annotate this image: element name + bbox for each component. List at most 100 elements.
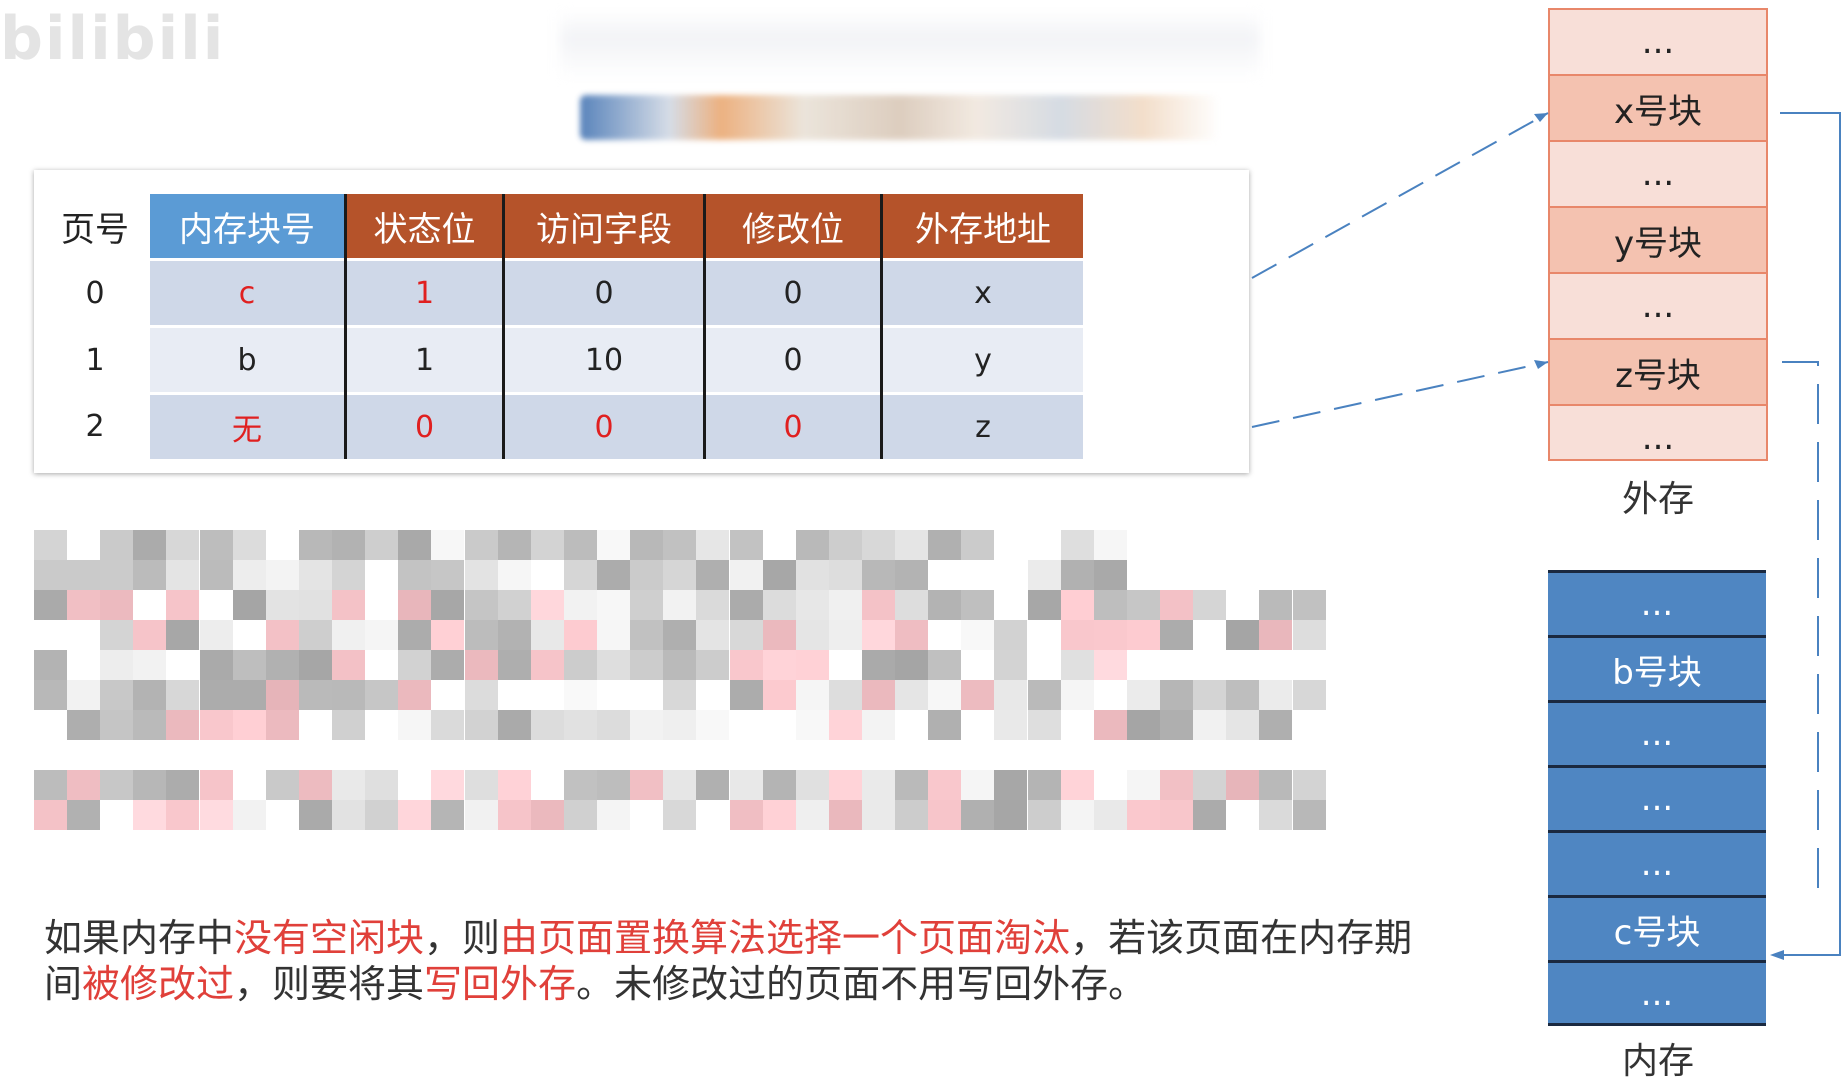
arrowhead-icon: [1534, 113, 1548, 122]
external-block-ellipsis: ...: [1550, 142, 1766, 208]
mosaic-tile: [431, 710, 465, 740]
mosaic-tile: [530, 620, 564, 650]
mosaic-tile: [1226, 620, 1260, 650]
mosaic-tile: [1093, 710, 1127, 740]
mosaic-tile: [729, 680, 763, 710]
mosaic-tile: [928, 800, 962, 830]
mosaic-tile: [365, 530, 399, 560]
mosaic-tile: [862, 800, 895, 830]
mosaic-tile: [696, 770, 730, 800]
mosaic-tile: [1060, 590, 1094, 620]
mosaic-tile: [265, 650, 299, 680]
mosaic-tile: [464, 590, 498, 620]
external-block-ellipsis: ...: [1550, 274, 1766, 340]
page-number-cell: 0: [40, 259, 150, 327]
mosaic-tile: [133, 530, 167, 560]
external-block-z: z号块: [1550, 340, 1766, 406]
mosaic-tile: [1226, 680, 1260, 710]
mosaic-tile: [265, 560, 299, 590]
mosaic-tile: [332, 680, 366, 710]
mosaic-tile: [332, 710, 366, 740]
mosaic-tile: [398, 620, 432, 650]
mosaic-tile: [199, 770, 233, 800]
mosaic-tile: [597, 770, 631, 800]
mosaic-tile: [828, 770, 862, 800]
mosaic-tile: [828, 560, 862, 590]
mosaic-tile: [563, 710, 597, 740]
mosaic-tile: [1126, 590, 1160, 620]
mosaic-tile: [663, 770, 697, 800]
mosaic-tile: [862, 590, 895, 620]
memory-block-cell: 无: [150, 392, 347, 459]
mosaic-tile: [431, 620, 465, 650]
external-address-cell: y: [881, 325, 1083, 394]
mosaic-tile: [1060, 680, 1094, 710]
mosaic-tile: [563, 560, 597, 590]
mosaic-tile: [133, 680, 167, 710]
mosaic-tile: [67, 680, 101, 710]
mosaic-tile: [67, 560, 101, 590]
mosaic-tile: [100, 710, 134, 740]
external-address-cell: x: [881, 258, 1083, 327]
mosaic-tile: [762, 620, 796, 650]
mosaic-tile: [1027, 770, 1061, 800]
mosaic-tile: [1292, 680, 1326, 710]
mosaic-tile: [1292, 620, 1326, 650]
mosaic-tile: [530, 590, 564, 620]
mosaic-tile: [1160, 590, 1194, 620]
mosaic-tile: [1027, 680, 1061, 710]
mosaic-tile: [133, 620, 167, 650]
mosaic-tile: [563, 530, 597, 560]
mosaic-tile: [431, 560, 465, 590]
mosaic-tile: [663, 620, 697, 650]
mosaic-tile: [265, 710, 299, 740]
mosaic-tile: [795, 530, 829, 560]
mosaic-tile: [563, 620, 597, 650]
mosaic-tile: [961, 590, 995, 620]
mosaic-tile: [1160, 620, 1194, 650]
mosaic-tile: [199, 560, 233, 590]
link-x-dashed: [1251, 112, 1549, 279]
mosaic-tile: [34, 650, 67, 680]
mosaic-tile: [1292, 770, 1326, 800]
arrowhead-icon: [1534, 360, 1548, 369]
mosaic-tile: [265, 680, 299, 710]
mosaic-tile: [862, 770, 895, 800]
mosaic-tile: [100, 560, 134, 590]
explanation-text: 如果内存中没有空闲块，则由页面置换算法选择一个页面淘汰，若该页面在内存期间被修改…: [44, 915, 1434, 1007]
blurred-header-art: [560, 10, 1260, 80]
external-storage-column: ... x号块 ... y号块 ... z号块 ...: [1548, 8, 1768, 461]
mosaic-tile: [895, 620, 929, 650]
mosaic-tile: [67, 770, 101, 800]
mosaic-tile: [762, 680, 796, 710]
mosaic-tile: [298, 800, 332, 830]
mosaic-tile: [1226, 770, 1260, 800]
mosaic-tile: [795, 560, 829, 590]
mosaic-tile: [1259, 770, 1293, 800]
modified-bit-cell: 0: [704, 392, 883, 459]
mosaic-tile: [1259, 590, 1293, 620]
mosaic-tile: [1126, 710, 1160, 740]
mosaic-tile: [1060, 650, 1094, 680]
mosaic-tile: [795, 650, 829, 680]
mosaic-tile: [630, 770, 664, 800]
mosaic-tile: [398, 530, 432, 560]
mosaic-tile: [828, 680, 862, 710]
memory-block-cell: c: [150, 258, 347, 327]
mosaic-tile: [1193, 590, 1227, 620]
mosaic-tile: [100, 530, 134, 560]
mosaic-tile: [398, 800, 432, 830]
mosaic-tile: [1259, 800, 1293, 830]
mosaic-tile: [862, 710, 895, 740]
mosaic-tile: [1060, 800, 1094, 830]
mosaic-tile: [298, 680, 332, 710]
mosaic-tile: [298, 530, 332, 560]
mosaic-tile: [464, 530, 498, 560]
mosaic-tile: [332, 620, 366, 650]
mosaic-tile: [696, 590, 730, 620]
mosaic-tile: [1126, 680, 1160, 710]
mosaic-tile: [497, 590, 531, 620]
mosaic-tile: [166, 620, 200, 650]
mosaic-tile: [497, 530, 531, 560]
page-table-card: 页号 内存块号 状态位 访问字段 修改位 外存地址 0 c 1 0 0 x 1 …: [34, 170, 1249, 473]
